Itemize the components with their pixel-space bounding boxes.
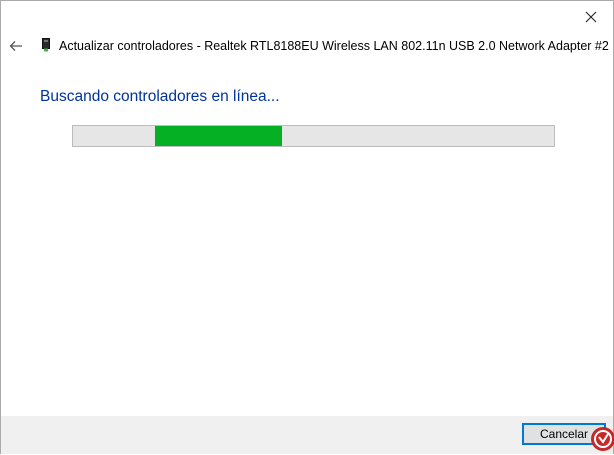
dialog-title: Actualizar controladores - Realtek RTL81… <box>59 39 609 53</box>
site-logo-watermark <box>591 427 614 451</box>
progress-indicator <box>155 126 282 146</box>
update-drivers-window: Actualizar controladores - Realtek RTL81… <box>0 0 614 454</box>
network-adapter-icon <box>42 38 50 52</box>
back-arrow-icon <box>9 41 22 51</box>
dialog-header: Actualizar controladores - Realtek RTL81… <box>1 31 613 61</box>
close-button[interactable] <box>571 3 611 31</box>
back-button[interactable] <box>7 37 25 55</box>
progress-bar <box>72 125 555 147</box>
status-text: Buscando controladores en línea... <box>40 88 280 105</box>
close-icon <box>585 11 597 23</box>
dialog-footer: Cancelar <box>1 416 613 454</box>
